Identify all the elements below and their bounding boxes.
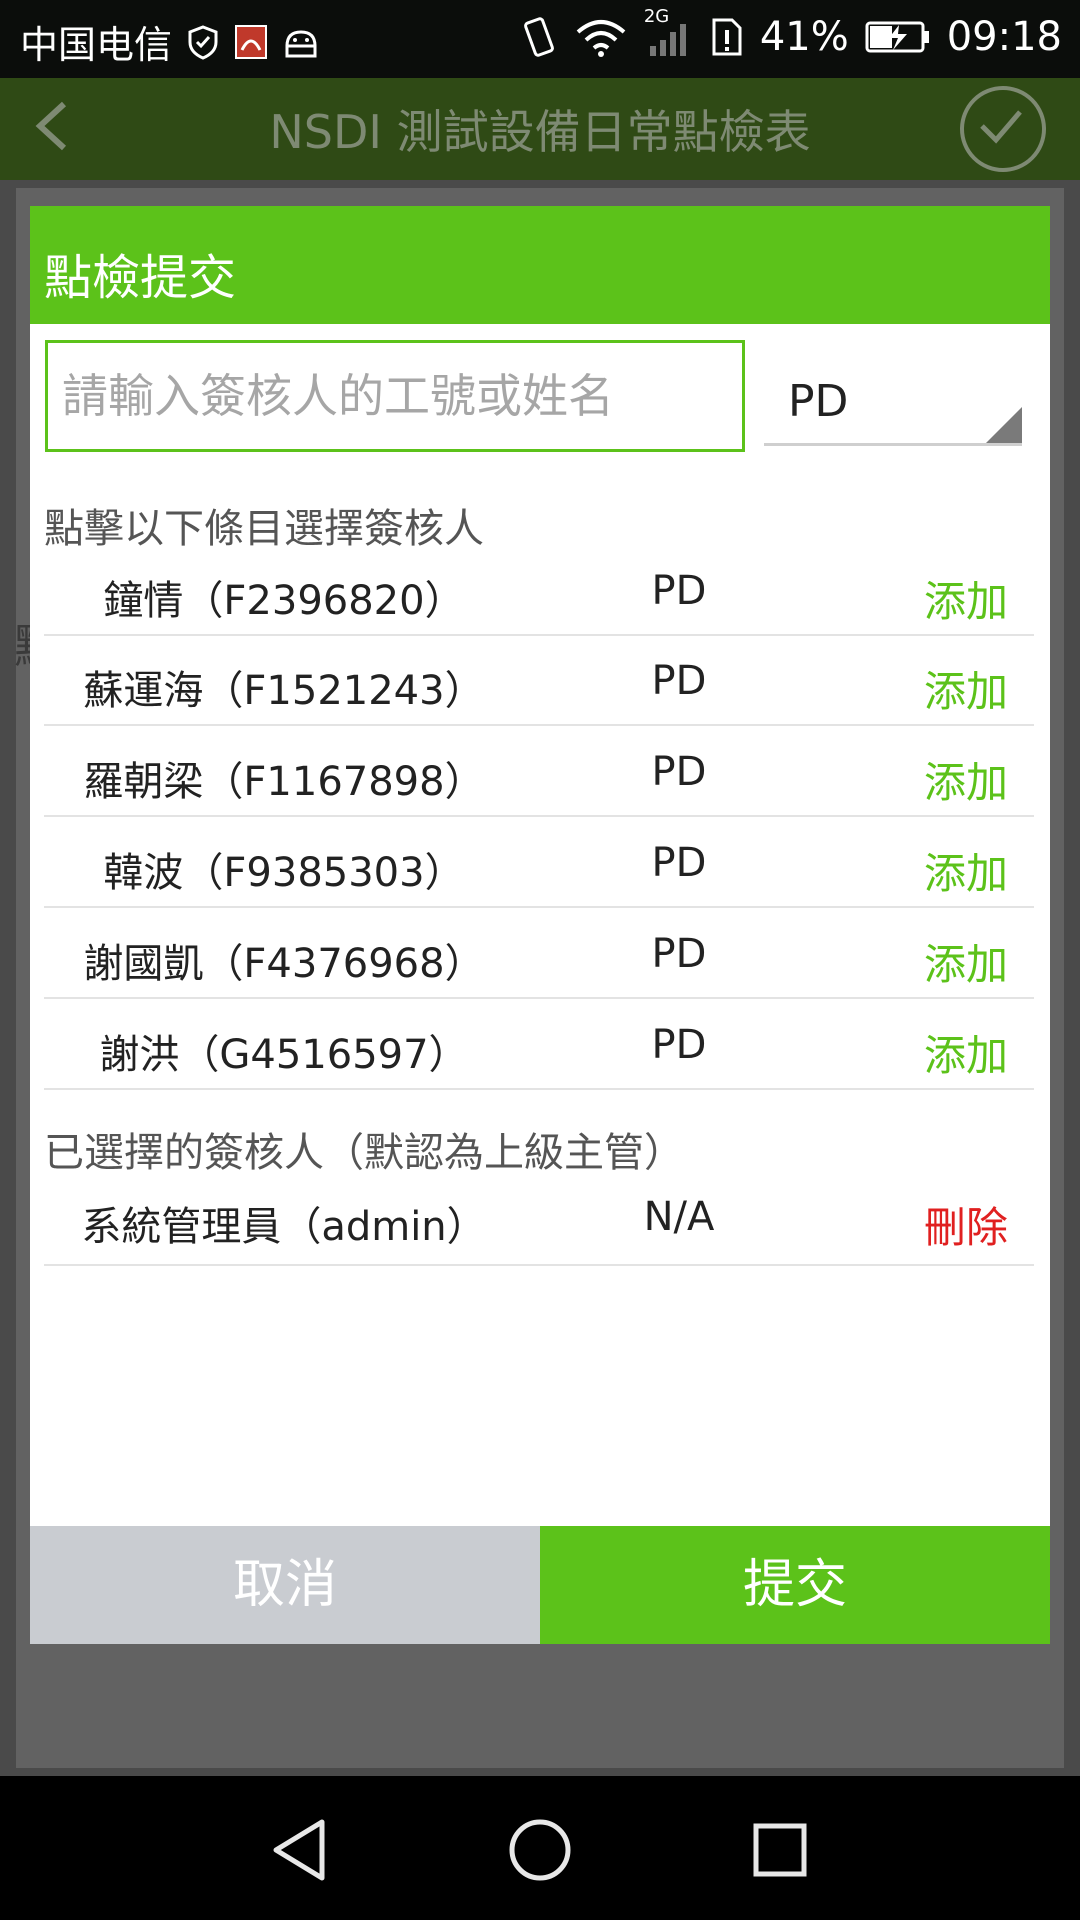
selected-approver-row[interactable]: 系統管理員（admin） N/A 刪除 (44, 1172, 1034, 1266)
huawei-app-icon (235, 24, 268, 59)
carrier-label: 中国电信 (20, 23, 173, 67)
navigation-bar (0, 1776, 1080, 1920)
department-select[interactable]: PD (764, 346, 1022, 446)
dialog-header: 點檢提交 (30, 206, 1050, 324)
selected-approver-dept: N/A (643, 1194, 715, 1240)
battery-charging-icon (865, 21, 929, 53)
candidate-row[interactable]: 謝洪（G4516597） PD 添加 (44, 1000, 1034, 1090)
candidate-dept: PD (651, 840, 707, 886)
sim-alert-icon (712, 18, 742, 56)
candidate-row[interactable]: 鐘情（F2396820） PD 添加 (44, 546, 1034, 636)
candidate-name: 韓波（F9385303） (103, 850, 465, 896)
candidate-dept: PD (651, 568, 707, 614)
android-icon (285, 29, 317, 57)
candidate-name: 鐘情（F2396820） (103, 578, 465, 624)
candidate-name: 蘇運海（F1521243） (83, 668, 485, 714)
candidate-name: 謝洪（G4516597） (99, 1032, 469, 1078)
page-title: NSDI 測試設備日常點檢表 (269, 105, 811, 159)
cancel-button[interactable]: 取消 (30, 1526, 540, 1644)
battery-percent: 41% (759, 14, 849, 60)
candidate-name: 羅朝梁（F1167898） (83, 759, 485, 805)
submit-button[interactable]: 提交 (540, 1526, 1050, 1644)
nav-home-icon[interactable] (500, 1810, 580, 1890)
selected-approver-name: 系統管理員（admin） (81, 1204, 487, 1250)
clock: 09:18 (946, 14, 1062, 60)
signal-indicator: 2G (644, 6, 694, 58)
add-approver-button[interactable]: 添加 (924, 1022, 1008, 1083)
dropdown-triangle-icon (986, 407, 1022, 443)
dialog-footer: 取消 提交 (30, 1526, 1050, 1644)
candidate-dept: PD (651, 658, 707, 704)
candidate-row[interactable]: 蘇運海（F1521243） PD 添加 (44, 636, 1034, 726)
wifi-icon (576, 20, 626, 57)
candidate-dept: PD (651, 1022, 707, 1068)
nav-recents-icon[interactable] (740, 1810, 820, 1890)
add-approver-button[interactable]: 添加 (924, 840, 1008, 901)
signal-bars-icon (649, 24, 686, 56)
candidate-name: 謝國凱（F4376968） (83, 941, 485, 987)
confirm-check-icon[interactable] (960, 86, 1046, 172)
add-approver-button[interactable]: 添加 (924, 749, 1008, 810)
shield-check-icon (188, 24, 218, 60)
selected-approvers-label: 已選擇的簽核人（默認為上級主管） (44, 1130, 684, 1176)
vibrate-icon (523, 17, 554, 57)
add-approver-button[interactable]: 添加 (924, 568, 1008, 629)
status-bar: 中国电信 2G 41% 09:18 (0, 0, 1080, 78)
nav-back-icon[interactable] (260, 1810, 340, 1890)
candidate-row[interactable]: 謝國凱（F4376968） PD 添加 (44, 909, 1034, 999)
add-approver-button[interactable]: 添加 (924, 931, 1008, 992)
add-approver-button[interactable]: 添加 (924, 658, 1008, 719)
submit-dialog: 點檢提交 PD 點擊以下條目選擇簽核人 鐘情（F2396820） PD 添加 蘇… (30, 206, 1050, 1644)
department-select-value: PD (788, 376, 849, 427)
status-right: 2G 41% 09:18 (520, 6, 1062, 60)
remove-approver-button[interactable]: 刪除 (924, 1194, 1008, 1255)
status-left: 中国电信 (20, 14, 320, 69)
approver-search-input[interactable] (45, 340, 745, 452)
app-bar: NSDI 測試設備日常點檢表 (0, 78, 1080, 180)
dialog-title: 點檢提交 (44, 250, 237, 306)
candidate-dept: PD (651, 931, 707, 977)
candidate-dept: PD (651, 749, 707, 795)
candidate-row[interactable]: 韓波（F9385303） PD 添加 (44, 818, 1034, 908)
candidate-row[interactable]: 羅朝梁（F1167898） PD 添加 (44, 727, 1034, 817)
